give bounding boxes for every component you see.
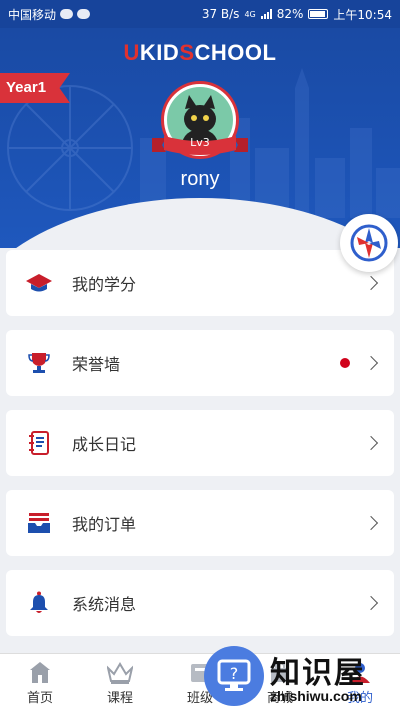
level-ribbon: Lv3 bbox=[152, 132, 248, 156]
profile-menu: 我的学分 荣誉墙 成长日记 我的订单 系统消息 bbox=[6, 250, 394, 650]
watermark-url: zhishiwu.com bbox=[270, 688, 362, 704]
profile-header: UKIDSCHOOL Year1 Lv3 rony bbox=[0, 28, 400, 248]
status-bar: 中国移动 37 B/s 4G 82% 上午10:54 bbox=[0, 0, 400, 28]
trophy-icon bbox=[26, 350, 52, 376]
new-badge-dot bbox=[340, 358, 350, 368]
bell-icon bbox=[26, 590, 52, 616]
order-tray-icon bbox=[26, 510, 52, 536]
tab-home[interactable]: 首页 bbox=[0, 654, 80, 711]
network-type: 4G bbox=[244, 9, 256, 19]
compass-icon bbox=[350, 224, 388, 262]
menu-item-growth-diary[interactable]: 成长日记 bbox=[6, 410, 394, 476]
help-monitor-icon: ? bbox=[204, 646, 264, 706]
tab-courses[interactable]: 课程 bbox=[80, 654, 160, 711]
message-icon bbox=[77, 9, 91, 19]
chevron-right-icon bbox=[363, 595, 379, 611]
svg-text:?: ? bbox=[230, 664, 239, 683]
battery-icon bbox=[308, 9, 329, 19]
crown-icon bbox=[107, 660, 133, 684]
network-speed: 37 B/s bbox=[201, 7, 240, 21]
menu-item-credits[interactable]: 我的学分 bbox=[6, 250, 394, 316]
carrier-label: 中国移动 bbox=[8, 7, 57, 22]
chevron-right-icon bbox=[363, 515, 379, 531]
chevron-right-icon bbox=[363, 275, 379, 291]
tab-courses-label: 课程 bbox=[106, 690, 133, 706]
battery-percent: 82% bbox=[276, 7, 304, 21]
level-label: Lv3 bbox=[190, 136, 210, 149]
menu-item-honor-wall[interactable]: 荣誉墙 bbox=[6, 330, 394, 396]
menu-label-credits: 我的学分 bbox=[72, 275, 137, 294]
watermark-text: 知识屋 bbox=[270, 656, 366, 691]
signal-icon bbox=[260, 9, 272, 19]
app-logo: UKIDSCHOOL bbox=[123, 40, 277, 65]
chevron-right-icon bbox=[363, 355, 379, 371]
year-tag: Year1 bbox=[0, 73, 70, 103]
wechat-icon bbox=[60, 9, 74, 19]
menu-label-orders: 我的订单 bbox=[72, 515, 137, 534]
compass-button[interactable] bbox=[340, 214, 398, 272]
menu-item-orders[interactable]: 我的订单 bbox=[6, 490, 394, 556]
clock: 上午10:54 bbox=[333, 7, 392, 22]
site-watermark: ? 知识屋 zhishiwu.com bbox=[200, 644, 400, 711]
menu-item-system-messages[interactable]: 系统消息 bbox=[6, 570, 394, 636]
home-icon bbox=[27, 660, 53, 684]
menu-label-system-messages: 系统消息 bbox=[72, 595, 137, 614]
menu-label-growth-diary: 成长日记 bbox=[72, 435, 137, 454]
username: rony bbox=[180, 168, 220, 190]
graduation-cap-icon bbox=[26, 270, 52, 296]
notebook-icon bbox=[26, 430, 52, 456]
menu-label-honor-wall: 荣誉墙 bbox=[72, 355, 121, 374]
chevron-right-icon bbox=[363, 435, 379, 451]
tab-home-label: 首页 bbox=[26, 690, 53, 706]
